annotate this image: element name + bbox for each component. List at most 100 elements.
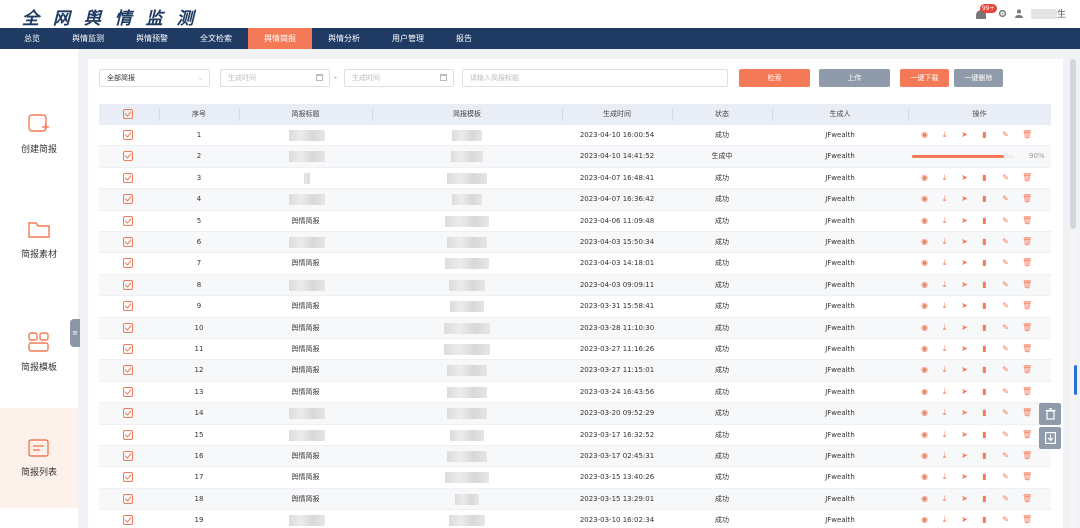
send-icon[interactable]: ➤	[960, 365, 969, 375]
export-icon[interactable]: ▮	[980, 430, 989, 440]
nav-item-4[interactable]: 舆情简报	[248, 28, 312, 49]
edit-icon[interactable]: ✎	[1001, 365, 1010, 375]
row-checkbox[interactable]	[123, 344, 133, 354]
nav-item-1[interactable]: 舆情监测	[56, 28, 120, 49]
export-icon[interactable]: ▮	[980, 194, 989, 204]
export-icon[interactable]: ▮	[980, 173, 989, 183]
notification-bell-icon[interactable]: 99+	[974, 4, 997, 20]
row-checkbox[interactable]	[123, 386, 133, 397]
upload-button[interactable]: 上传	[819, 69, 890, 87]
delete-icon[interactable]: 🗑	[1022, 194, 1032, 204]
send-icon[interactable]: ➤	[960, 280, 969, 290]
user-avatar-icon[interactable]	[1014, 9, 1023, 18]
row-checkbox[interactable]	[123, 365, 133, 376]
download-icon[interactable]: ⤓	[940, 323, 949, 333]
view-icon[interactable]: ◉	[920, 130, 929, 140]
delete-icon[interactable]: 🗑	[1022, 323, 1032, 333]
delete-icon[interactable]: 🗑	[1022, 216, 1032, 226]
send-icon[interactable]: ➤	[960, 451, 969, 461]
download-icon[interactable]: ⤓	[940, 515, 949, 525]
send-icon[interactable]: ➤	[960, 323, 969, 333]
delete-icon[interactable]: 🗑	[1022, 472, 1032, 482]
nav-item-0[interactable]: 总览	[0, 28, 56, 49]
send-icon[interactable]: ➤	[960, 301, 969, 311]
nav-item-7[interactable]: 报告	[440, 28, 488, 49]
download-icon[interactable]: ⤓	[940, 130, 949, 140]
edit-icon[interactable]: ✎	[1001, 130, 1010, 140]
delete-icon[interactable]: 🗑	[1022, 515, 1032, 525]
send-icon[interactable]: ➤	[960, 494, 969, 504]
send-icon[interactable]: ➤	[960, 173, 969, 183]
delete-icon[interactable]: 🗑	[1022, 280, 1032, 290]
date-end-input[interactable]: 生成时间	[344, 69, 454, 87]
download-icon[interactable]: ⤓	[940, 237, 949, 247]
export-icon[interactable]: ▮	[980, 301, 989, 311]
row-checkbox[interactable]	[123, 237, 133, 247]
edit-icon[interactable]: ✎	[1001, 451, 1010, 461]
edit-icon[interactable]: ✎	[1001, 472, 1010, 482]
gear-icon[interactable]	[998, 9, 1007, 18]
export-icon[interactable]: ▮	[980, 387, 989, 397]
sidebar-collapse-handle[interactable]: ≡	[70, 319, 80, 347]
view-icon[interactable]: ◉	[920, 494, 929, 504]
row-checkbox[interactable]	[123, 322, 133, 333]
export-icon[interactable]: ▮	[980, 472, 989, 482]
view-icon[interactable]: ◉	[920, 194, 929, 204]
row-checkbox[interactable]	[123, 258, 133, 269]
view-icon[interactable]: ◉	[920, 387, 929, 397]
download-icon[interactable]: ⤓	[940, 430, 949, 440]
export-icon[interactable]: ▮	[980, 130, 989, 140]
send-icon[interactable]: ➤	[960, 472, 969, 482]
search-button[interactable]: 检索	[739, 69, 810, 87]
row-checkbox[interactable]	[123, 194, 133, 205]
row-checkbox[interactable]	[123, 451, 133, 461]
nav-item-6[interactable]: 用户管理	[376, 28, 440, 49]
edit-icon[interactable]: ✎	[1001, 258, 1010, 268]
delete-icon[interactable]: 🗑	[1022, 258, 1032, 268]
send-icon[interactable]: ➤	[960, 237, 969, 247]
batch-delete-button[interactable]: 一键删除	[954, 69, 1003, 87]
sidebar-item-report-list[interactable]: 简报列表	[0, 408, 78, 508]
view-icon[interactable]: ◉	[920, 365, 929, 375]
edit-icon[interactable]: ✎	[1001, 216, 1010, 226]
edit-icon[interactable]: ✎	[1001, 494, 1010, 504]
row-checkbox[interactable]	[123, 301, 133, 312]
edit-icon[interactable]: ✎	[1001, 323, 1010, 333]
send-icon[interactable]: ➤	[960, 430, 969, 440]
edit-icon[interactable]: ✎	[1001, 344, 1010, 354]
send-icon[interactable]: ➤	[960, 216, 969, 226]
download-icon[interactable]: ⤓	[940, 408, 949, 418]
delete-icon[interactable]: 🗑	[1022, 387, 1032, 397]
export-icon[interactable]: ▮	[980, 515, 989, 525]
download-icon[interactable]: ⤓	[940, 472, 949, 482]
download-icon[interactable]: ⤓	[940, 173, 949, 183]
view-icon[interactable]: ◉	[920, 344, 929, 354]
send-icon[interactable]: ➤	[960, 258, 969, 268]
send-icon[interactable]: ➤	[960, 515, 969, 525]
delete-icon[interactable]: 🗑	[1022, 301, 1032, 311]
nav-item-2[interactable]: 舆情预警	[120, 28, 184, 49]
view-icon[interactable]: ◉	[920, 515, 929, 525]
sidebar-item-report-template[interactable]: 简报模板	[0, 302, 78, 402]
delete-icon[interactable]: 🗑	[1022, 130, 1032, 140]
edit-icon[interactable]: ✎	[1001, 280, 1010, 290]
view-icon[interactable]: ◉	[920, 173, 929, 183]
export-icon[interactable]: ▮	[980, 323, 989, 333]
user-name[interactable]: 生	[1030, 7, 1066, 20]
view-icon[interactable]: ◉	[920, 430, 929, 440]
view-icon[interactable]: ◉	[920, 216, 929, 226]
send-icon[interactable]: ➤	[960, 344, 969, 354]
select-all-checkbox[interactable]	[123, 109, 133, 119]
export-icon[interactable]: ▮	[980, 344, 989, 354]
delete-icon[interactable]: 🗑	[1022, 451, 1032, 461]
row-checkbox[interactable]	[123, 429, 133, 440]
edit-icon[interactable]: ✎	[1001, 237, 1010, 247]
download-icon[interactable]: ⤓	[940, 387, 949, 397]
batch-download-button[interactable]: 一键下载	[900, 69, 949, 87]
download-icon[interactable]: ⤓	[940, 216, 949, 226]
download-icon[interactable]: ⤓	[940, 494, 949, 504]
float-download-button[interactable]	[1039, 427, 1061, 449]
edit-icon[interactable]: ✎	[1001, 430, 1010, 440]
row-checkbox[interactable]	[123, 130, 133, 140]
export-icon[interactable]: ▮	[980, 408, 989, 418]
